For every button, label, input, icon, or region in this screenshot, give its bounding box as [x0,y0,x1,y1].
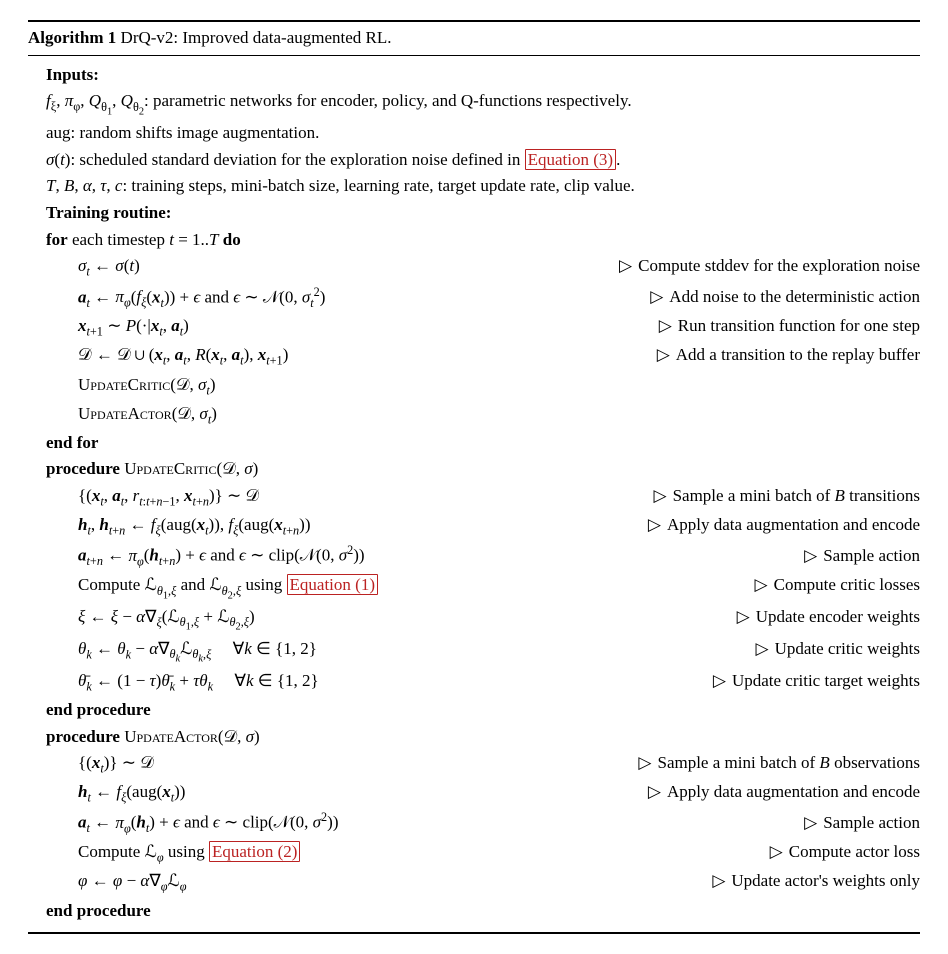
step-transition: xt+1 ∼ P(·|xt, at) Run transition functi… [46,313,920,342]
end-proc-critic-text: end procedure [46,698,151,723]
for-loop-text: for each timestep t = 1..T do [46,228,241,253]
critic-sample-l: {(xt, at, rt:t+n−1, xt+n)} ∼ 𝒟 [46,484,259,511]
step-call-critic-l: UpdateCritic(𝒟, σt) [46,373,216,400]
critic-action: at+n ← πφ(ht+n) + ϵ and ϵ ∼ clip(𝒩(0, σ2… [46,541,920,572]
critic-action-l: at+n ← πφ(ht+n) + ϵ and ϵ ∼ clip(𝒩(0, σ2… [46,542,365,571]
input-sigma: σ(t): scheduled standard deviation for t… [46,147,920,174]
critic-action-r: Sample action [784,544,920,569]
critic-update-target: θ̄k ← (1 − τ)θ̄k + τθk ∀k ∈ {1, 2} Updat… [46,668,920,697]
algorithm-block: Algorithm 1 DrQ-v2: Improved data-augmen… [28,20,920,934]
input-hyper: T, B, α, τ, c: training steps, mini-batc… [46,173,920,200]
inputs-label: Inputs: [46,63,99,88]
procedure-actor-text: procedure UpdateActor(𝒟, σ) [46,725,260,750]
procedure-critic: procedure UpdateCritic(𝒟, σ) [46,456,920,483]
critic-encode-r: Apply data augmentation and encode [628,513,920,538]
actor-loss: Compute ℒφ using Equation (2) Compute ac… [46,839,920,868]
input-networks-text: fξ, πφ, Qθ1, Qθ2: parametric networks fo… [46,89,632,119]
training-header: Training routine: [46,200,920,227]
critic-update-target-r: Update critic target weights [693,669,920,694]
critic-encode: ht, ht+n ← fξ(aug(xt)), fξ(aug(xt+n)) Ap… [46,512,920,541]
actor-encode-l: ht ← fξ(aug(xt)) [46,780,185,807]
algorithm-number: Algorithm 1 [28,28,116,47]
critic-sample: {(xt, at, rt:t+n−1, xt+n)} ∼ 𝒟 Sample a … [46,483,920,512]
procedure-critic-text: procedure UpdateCritic(𝒟, σ) [46,457,258,482]
actor-sample-r: Sample a mini batch of B observations [618,751,920,776]
step-action-r: Add noise to the deterministic action [630,285,920,310]
actor-action-l: at ← πφ(ht) + ϵ and ϵ ∼ clip(𝒩(0, σ2)) [46,809,338,838]
critic-update-encoder-r: Update encoder weights [717,605,920,630]
step-action: at ← πφ(fξ(xt)) + ϵ and ϵ ∼ 𝒩(0, σt2) Ad… [46,283,920,314]
critic-loss-l: Compute ℒθ1,ξ and ℒθ2,ξ using Equation (… [46,573,378,603]
actor-update-l: φ ← φ − α∇φℒφ [46,869,187,896]
critic-encode-l: ht, ht+n ← fξ(aug(xt)), fξ(aug(xt+n)) [46,513,311,540]
actor-loss-r: Compute actor loss [750,840,920,865]
actor-action-r: Sample action [784,811,920,836]
equation-2-ref[interactable]: Equation (2) [209,841,300,862]
training-label: Training routine: [46,201,171,226]
input-hyper-text: T, B, α, τ, c: training steps, mini-batc… [46,174,635,199]
input-aug: aug: random shifts image augmentation. [46,120,920,147]
actor-encode-r: Apply data augmentation and encode [628,780,920,805]
for-loop: for each timestep t = 1..T do [46,227,920,254]
actor-sample-l: {(xt)} ∼ 𝒟 [46,751,154,778]
input-sigma-text: σ(t): scheduled standard deviation for t… [46,148,620,173]
actor-loss-l: Compute ℒφ using Equation (2) [46,840,300,867]
step-buffer-l: 𝒟 ← 𝒟 ∪ (xt, at, R(xt, at), xt+1) [46,343,288,370]
step-buffer-r: Add a transition to the replay buffer [637,343,920,368]
critic-update-weights: θk ← θk − α∇θkℒθk,ξ ∀k ∈ {1, 2} Update c… [46,636,920,668]
algorithm-title-row: Algorithm 1 DrQ-v2: Improved data-augmen… [28,22,920,56]
end-proc-actor-text: end procedure [46,899,151,924]
end-procedure-actor: end procedure [46,898,920,925]
step-call-actor: UpdateActor(𝒟, σt) [46,401,920,430]
critic-update-encoder-l: ξ ← ξ − α∇ξ(ℒθ1,ξ + ℒθ2,ξ) [46,605,255,635]
actor-update: φ ← φ − α∇φℒφ Update actor's weights onl… [46,868,920,897]
step-action-l: at ← πφ(fξ(xt)) + ϵ and ϵ ∼ 𝒩(0, σt2) [46,284,325,313]
equation-1-ref[interactable]: Equation (1) [287,574,378,595]
end-procedure-critic: end procedure [46,697,920,724]
critic-update-encoder: ξ ← ξ − α∇ξ(ℒθ1,ξ + ℒθ2,ξ) Update encode… [46,604,920,636]
actor-encode: ht ← fξ(aug(xt)) Apply data augmentation… [46,779,920,808]
input-networks: fξ, πφ, Qθ1, Qθ2: parametric networks fo… [46,88,920,120]
end-for: end for [46,430,920,457]
critic-loss: Compute ℒθ1,ξ and ℒθ2,ξ using Equation (… [46,572,920,604]
algorithm-body: Inputs: fξ, πφ, Qθ1, Qθ2: parametric net… [28,56,920,933]
inputs-header: Inputs: [46,62,920,89]
step-sigma: σt ← σ(t) Compute stddev for the explora… [46,253,920,282]
critic-update-weights-r: Update critic weights [736,637,920,662]
critic-update-weights-l: θk ← θk − α∇θkℒθk,ξ ∀k ∈ {1, 2} [46,637,317,667]
step-buffer: 𝒟 ← 𝒟 ∪ (xt, at, R(xt, at), xt+1) Add a … [46,342,920,371]
step-call-actor-l: UpdateActor(𝒟, σt) [46,402,217,429]
step-call-critic: UpdateCritic(𝒟, σt) [46,372,920,401]
procedure-actor: procedure UpdateActor(𝒟, σ) [46,724,920,751]
step-transition-r: Run transition function for one step [639,314,920,339]
critic-update-target-l: θ̄k ← (1 − τ)θ̄k + τθk ∀k ∈ {1, 2} [46,669,319,696]
step-transition-l: xt+1 ∼ P(·|xt, at) [46,314,189,341]
equation-3-ref[interactable]: Equation (3) [525,149,616,170]
step-sigma-l: σt ← σ(t) [46,254,140,281]
critic-loss-r: Compute critic losses [735,573,920,598]
actor-update-r: Update actor's weights only [692,869,920,894]
end-for-text: end for [46,431,98,456]
input-sigma-post: . [616,150,620,169]
algorithm-name: DrQ-v2: Improved data-augmented RL. [116,28,391,47]
input-aug-text: aug: random shifts image augmentation. [46,121,319,146]
critic-sample-r: Sample a mini batch of B transitions [634,484,921,509]
actor-sample: {(xt)} ∼ 𝒟 Sample a mini batch of B obse… [46,750,920,779]
step-sigma-r: Compute stddev for the exploration noise [599,254,920,279]
